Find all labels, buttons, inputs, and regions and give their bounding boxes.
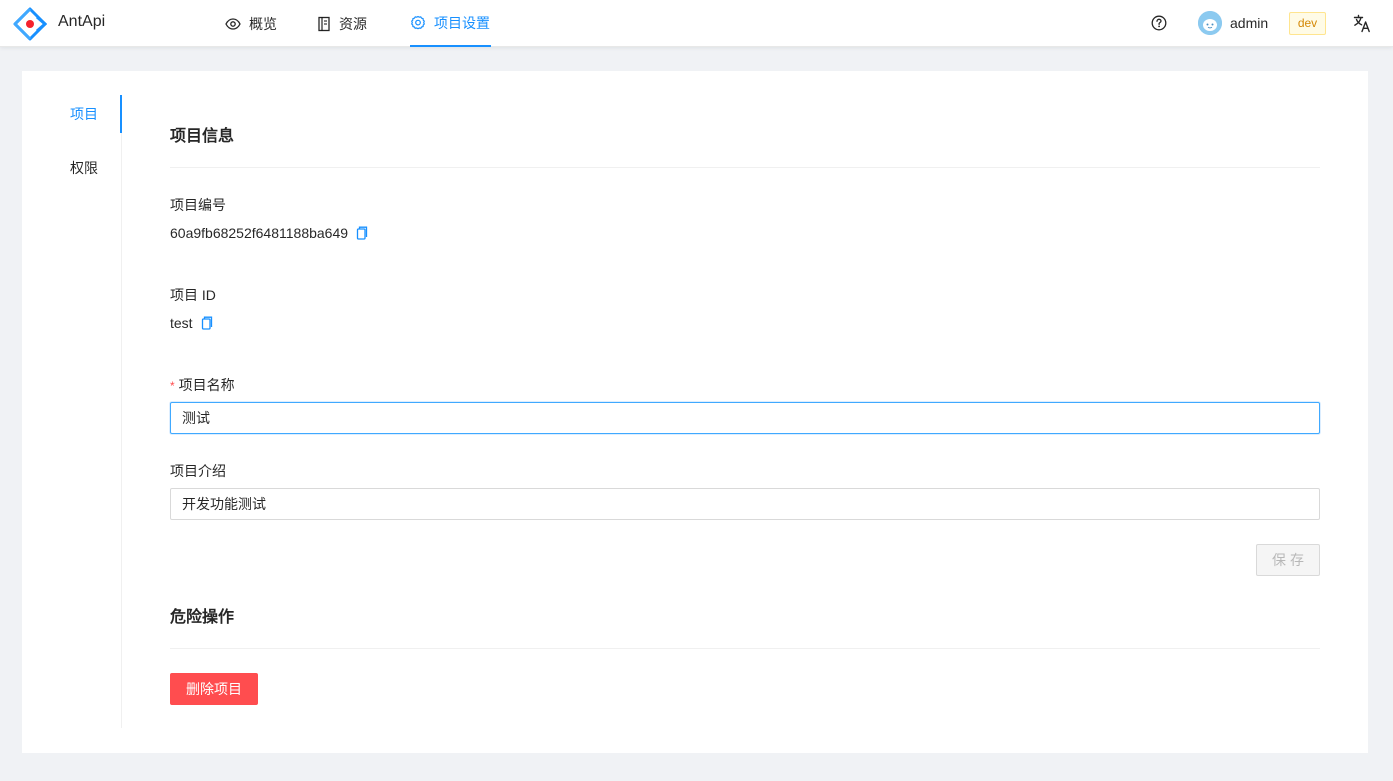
nav-overview[interactable]: 概览 [225, 0, 277, 47]
copy-icon[interactable] [199, 316, 213, 330]
project-number-label: 项目编号 [170, 197, 226, 213]
side-menu-item-project[interactable]: 项目 [22, 95, 122, 133]
antapi-logo-icon[interactable] [13, 7, 47, 41]
book-icon [318, 16, 330, 31]
env-badge[interactable]: dev [1289, 12, 1326, 35]
project-number-value-row: 60a9fb68252f6481188ba649 [170, 225, 368, 241]
project-intro-label: 项目介绍 [170, 463, 226, 479]
top-header: AntApi 概览 资源 项目设置 admin dev [0, 0, 1393, 47]
project-id-label: 项目 ID [170, 287, 216, 303]
question-circle-icon[interactable] [1151, 15, 1167, 31]
username[interactable]: admin [1230, 15, 1268, 31]
divider [170, 648, 1320, 649]
nav-resources[interactable]: 资源 [317, 0, 367, 47]
eye-icon [225, 17, 241, 30]
copy-icon[interactable] [354, 226, 368, 240]
project-name-input[interactable] [170, 402, 1320, 434]
nav-project-settings[interactable]: 项目设置 [410, 0, 491, 47]
divider [170, 167, 1320, 168]
project-name-label-row: * 项目名称 [170, 375, 235, 395]
project-number-value: 60a9fb68252f6481188ba649 [170, 225, 349, 241]
danger-zone-title: 危险操作 [170, 609, 235, 626]
side-menu-item-permission[interactable]: 权限 [22, 149, 122, 187]
brand-name: AntApi [58, 13, 106, 30]
required-asterisk: * [170, 379, 175, 393]
settings-side-menu: 项目 权限 [22, 95, 122, 728]
nav-project-settings-label: 项目设置 [434, 14, 490, 31]
user-avatar-icon [1198, 11, 1222, 35]
gear-icon [411, 15, 425, 29]
project-id-value: test [170, 315, 193, 331]
save-button[interactable]: 保存 [1256, 544, 1320, 576]
avatar[interactable] [1198, 11, 1222, 35]
translate-icon[interactable] [1353, 14, 1372, 33]
nav-resources-label: 资源 [339, 15, 367, 32]
settings-card: 项目 权限 项目信息 项目编号 60a9fb68252f6481188ba649… [22, 71, 1368, 753]
nav-overview-label: 概览 [249, 15, 277, 32]
project-name-label: 项目名称 [178, 377, 235, 393]
project-info-title: 项目信息 [170, 128, 235, 145]
project-id-value-row: test [170, 315, 213, 331]
project-intro-input[interactable] [170, 488, 1320, 520]
delete-project-button[interactable]: 删除项目 [170, 673, 258, 705]
